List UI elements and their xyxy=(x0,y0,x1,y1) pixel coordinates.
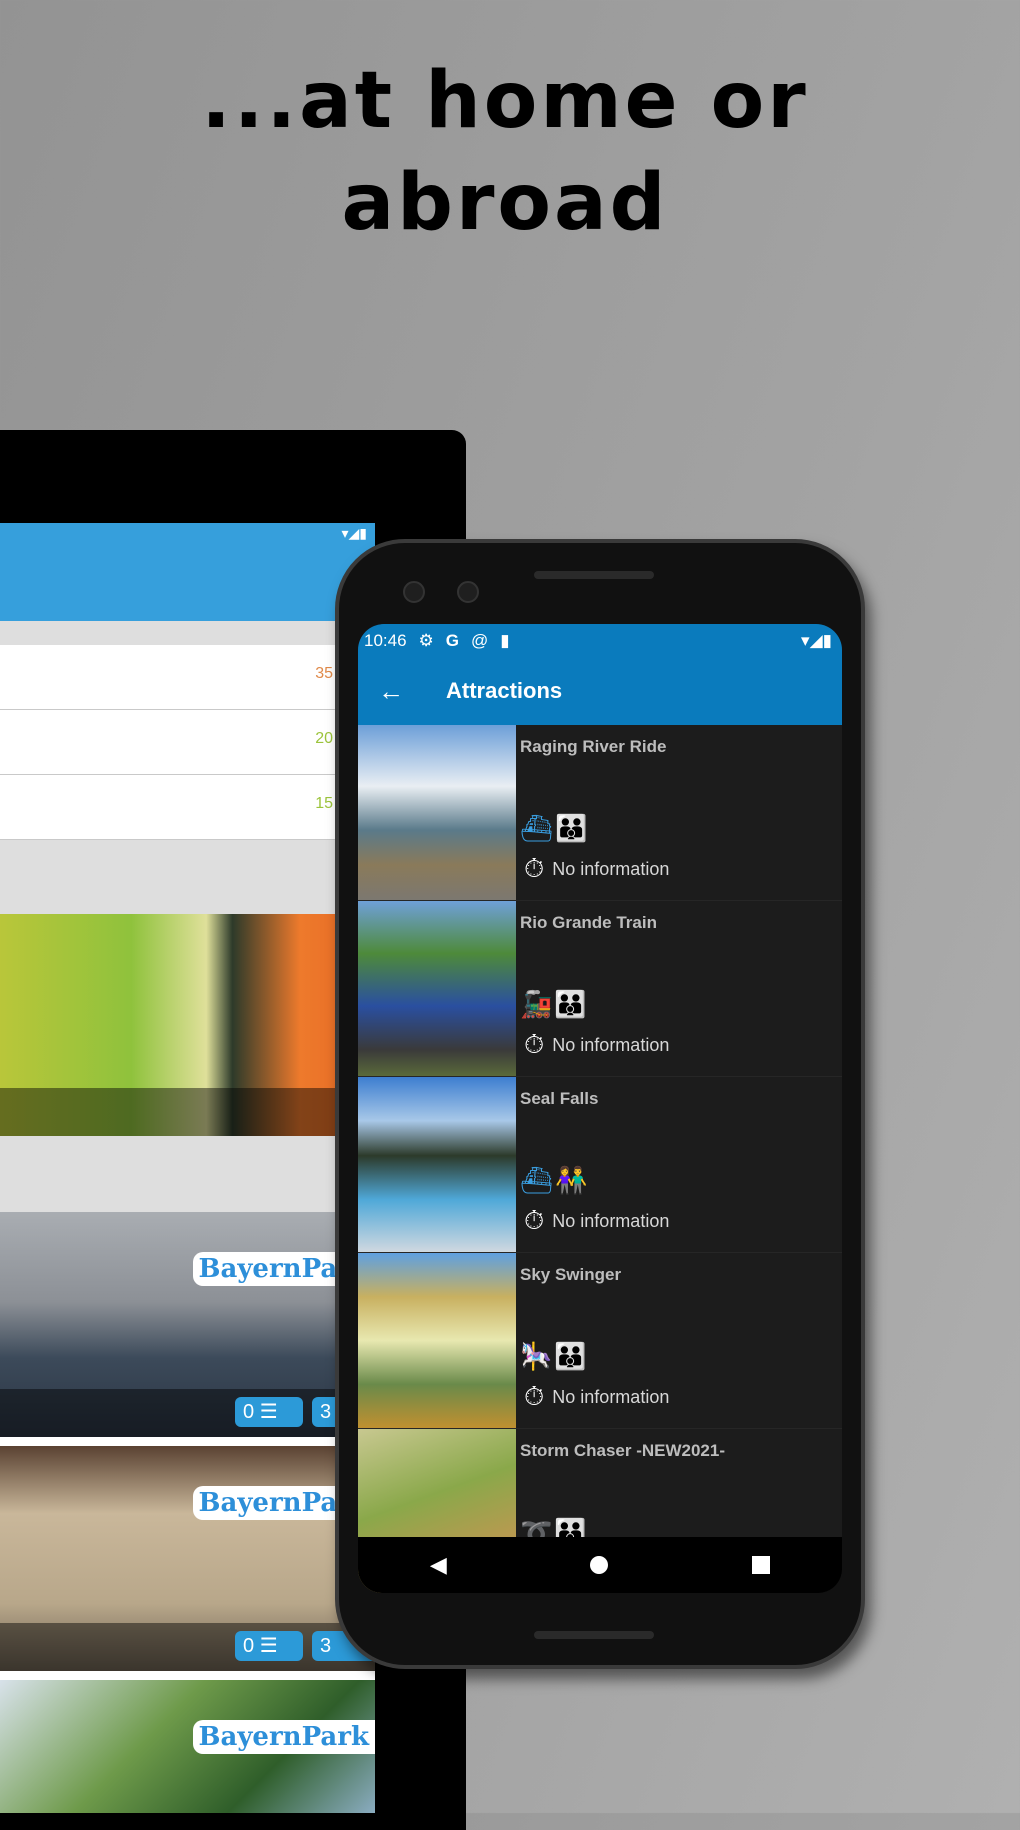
carousel-icon: 🎠 xyxy=(520,1341,553,1371)
attraction-name: Seal Falls xyxy=(520,1089,599,1108)
sd-card-icon: ▮ xyxy=(500,631,510,650)
attraction-name: Storm Chaser -NEW2021- xyxy=(520,1441,726,1460)
attraction-name: Raging River Ride xyxy=(520,737,667,756)
section-divider xyxy=(0,840,375,914)
family-icon: 👪 xyxy=(554,1341,587,1371)
card-image[interactable]: ⚖ xyxy=(0,914,375,1136)
row-value: 15 xyxy=(315,795,333,812)
attraction-name: Sky Swinger xyxy=(520,1265,622,1284)
navigation-bar: ◀ xyxy=(358,1537,842,1593)
family-icon: 👪 xyxy=(555,813,588,843)
tablet-app-bar xyxy=(0,543,375,621)
attraction-name: Rio Grande Train xyxy=(520,913,657,932)
list-row[interactable]: 35 xyxy=(0,645,375,710)
wait-time: No information xyxy=(552,1386,670,1407)
family-icon: 👪 xyxy=(554,989,587,1019)
wait-time: No information xyxy=(552,1210,670,1231)
kids-icon: 👫 xyxy=(555,1165,588,1195)
comment-count: 0 xyxy=(243,1401,255,1423)
attraction-item[interactable]: Raging River Ride ⛴ 👪 ⏱ No information xyxy=(358,725,842,901)
list-row[interactable]: 15 xyxy=(0,775,375,840)
like-count: 3 xyxy=(320,1401,332,1423)
water-ride-icon: ⛴ xyxy=(520,813,554,843)
headline: ...at home or abroad xyxy=(0,50,1010,254)
row-value: 20 xyxy=(315,730,333,747)
attraction-item[interactable]: Rio Grande Train 🚂 👪 ⏱ No information xyxy=(358,901,842,1077)
comment-icon: ☰ xyxy=(259,1635,278,1657)
park-logo: BayernPark xyxy=(192,1720,375,1754)
status-time: 10:46 xyxy=(364,631,407,650)
attraction-thumbnail xyxy=(358,901,516,1076)
attraction-thumbnail xyxy=(358,725,516,900)
app-bar: ← Attractions xyxy=(358,657,842,725)
nav-back-icon[interactable]: ◀ xyxy=(430,1552,447,1578)
stopwatch-icon: ⏱ xyxy=(524,1205,545,1235)
card-overlay: 0 ☰ 3 xyxy=(0,1389,375,1437)
tablet-screen: ▾◢▮ 35 20 15 ⚖ BayernPark 0 ☰ 3 BayernPa… xyxy=(0,523,375,1813)
list-row[interactable]: 20 xyxy=(0,710,375,775)
card-overlay: ⚖ xyxy=(0,1088,375,1136)
stopwatch-icon: ⏱ xyxy=(524,1381,545,1411)
nav-home-icon[interactable] xyxy=(590,1556,609,1574)
comments-badge[interactable]: 0 ☰ xyxy=(235,1631,303,1661)
status-bar: 10:46 ⚙ G @ ▮ ▾◢▮ xyxy=(358,624,842,657)
stopwatch-icon: ⏱ xyxy=(524,1029,545,1059)
google-icon: G xyxy=(445,631,460,650)
section-divider xyxy=(0,621,375,645)
stopwatch-icon: ⏱ xyxy=(524,853,545,883)
gear-icon: ⚙ xyxy=(418,631,434,650)
like-count: 3 xyxy=(320,1635,332,1657)
card-overlay: 0 ☰ 3 xyxy=(0,1623,375,1671)
phone-screen: 10:46 ⚙ G @ ▮ ▾◢▮ ← Attractions Raging R… xyxy=(358,624,842,1593)
nav-recents-icon[interactable] xyxy=(752,1556,771,1574)
wait-time: No information xyxy=(552,1034,670,1055)
headline-line-1: ...at home or xyxy=(201,56,809,146)
wait-time: No information xyxy=(552,858,670,879)
card-image[interactable]: BayernPark xyxy=(0,1680,375,1813)
attraction-thumbnail xyxy=(358,1077,516,1252)
section-divider xyxy=(0,1136,375,1212)
train-icon: 🚂 xyxy=(520,989,553,1019)
water-ride-icon: ⛴ xyxy=(520,1165,554,1195)
comments-badge[interactable]: 0 ☰ xyxy=(235,1397,303,1427)
attraction-item[interactable]: Seal Falls ⛴ 👫 ⏱ No information xyxy=(358,1077,842,1253)
sync-icon: @ xyxy=(471,631,489,650)
attraction-thumbnail xyxy=(358,1253,516,1428)
attraction-item[interactable]: Sky Swinger 🎠 👪 ⏱ No information xyxy=(358,1253,842,1429)
row-value: 35 xyxy=(315,665,333,682)
comment-count: 0 xyxy=(243,1635,255,1657)
tablet-status-bar: ▾◢▮ xyxy=(0,523,375,543)
headline-line-2: abroad xyxy=(341,158,669,248)
card-image[interactable]: BayernPark 0 ☰ 3 xyxy=(0,1212,375,1437)
page-title: Attractions xyxy=(446,678,563,703)
comment-icon: ☰ xyxy=(259,1401,278,1423)
card-image[interactable]: BayernPark 0 ☰ 3 xyxy=(0,1446,375,1671)
back-arrow-icon[interactable]: ← xyxy=(378,676,438,707)
attractions-list[interactable]: Raging River Ride ⛴ 👪 ⏱ No information Rio… xyxy=(358,725,842,1593)
